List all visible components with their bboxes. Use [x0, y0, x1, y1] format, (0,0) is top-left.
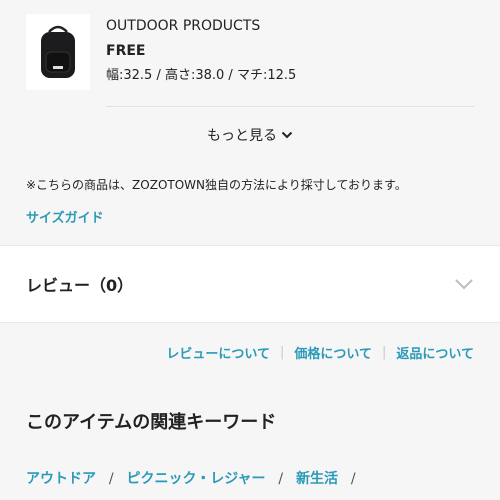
keyword-link[interactable]: ピクニック・レジャー	[126, 471, 265, 487]
keyword-separator: /	[350, 471, 356, 487]
show-more-label: もっと見る	[207, 128, 277, 144]
product-thumbnail	[26, 14, 90, 90]
chevron-down-icon	[455, 279, 473, 290]
review-title: レビュー（0）	[26, 276, 134, 295]
size-dimensions: 幅:32.5 / 高さ:38.0 / マチ:12.5	[106, 68, 297, 83]
product-size-row: OUTDOOR PRODUCTS FREE 幅:32.5 / 高さ:38.0 /…	[26, 14, 474, 106]
link-separator: |	[279, 345, 285, 360]
info-links: レビューについて | 価格について | 返品について	[0, 323, 500, 362]
chevron-down-icon	[281, 131, 293, 139]
brand-name: OUTDOOR PRODUCTS	[106, 18, 261, 34]
keyword-link[interactable]: 新生活	[296, 471, 338, 487]
keyword-link[interactable]: アウトドア	[26, 471, 96, 487]
keywords-title: このアイテムの関連キーワード	[26, 412, 277, 433]
product-info: OUTDOOR PRODUCTS FREE 幅:32.5 / 高さ:38.0 /…	[106, 14, 296, 84]
backpack-image	[41, 25, 75, 78]
price-info-link[interactable]: 価格について	[294, 343, 372, 362]
keyword-separator: /	[108, 471, 114, 487]
review-info-link[interactable]: レビューについて	[166, 343, 270, 362]
measurement-note: ※こちらの商品は、ZOZOTOWN独自の方法により採寸しております。	[26, 178, 407, 192]
keyword-separator: /	[278, 471, 284, 487]
show-more-button[interactable]: もっと見る	[26, 107, 474, 163]
review-accordion[interactable]: レビュー（0）	[0, 245, 500, 323]
size-guide-link[interactable]: サイズガイド	[26, 207, 104, 226]
link-separator: |	[381, 345, 387, 360]
size-name: FREE	[106, 43, 146, 59]
return-info-link[interactable]: 返品について	[396, 343, 474, 362]
size-table-section: OUTDOOR PRODUCTS FREE 幅:32.5 / 高さ:38.0 /…	[0, 0, 500, 245]
keywords-list: アウトドア / ピクニック・レジャー / 新生活 /	[0, 434, 500, 488]
